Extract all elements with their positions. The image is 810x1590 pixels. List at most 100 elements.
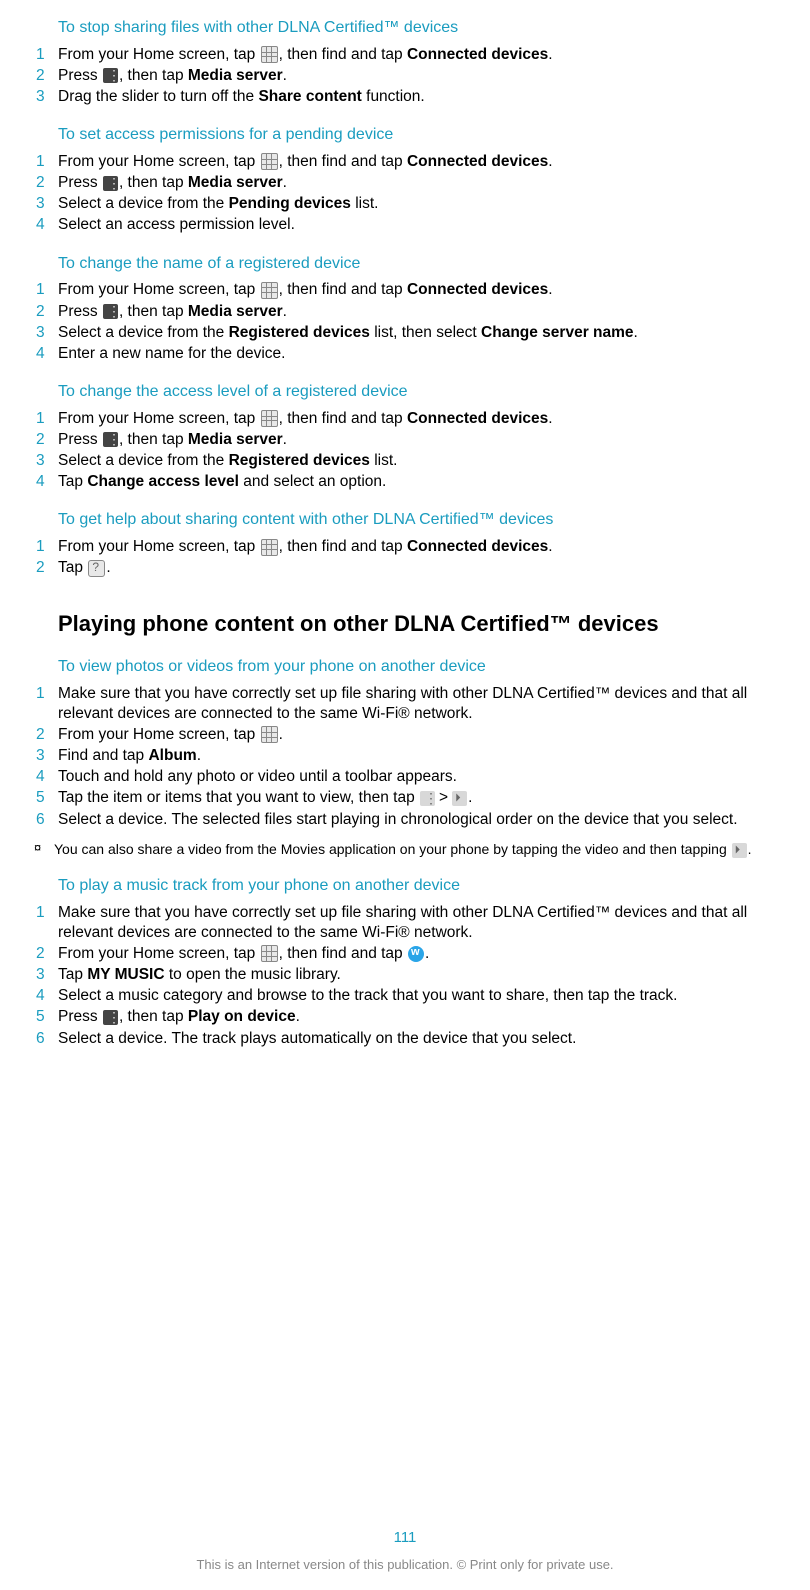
procedure-step: 6Select a device. The selected files sta… xyxy=(20,810,790,830)
procedure-step: 3Find and tap Album. xyxy=(20,746,790,766)
step-text: Select a device from the Registered devi… xyxy=(58,451,790,471)
procedure-step: 4Tap Change access level and select an o… xyxy=(20,472,790,492)
step-number: 6 xyxy=(36,810,58,830)
menu-icon xyxy=(103,68,118,83)
step-text: From your Home screen, tap . xyxy=(58,725,790,745)
procedure-step: 3Tap MY MUSIC to open the music library. xyxy=(20,965,790,985)
grid-icon xyxy=(261,282,278,299)
tip-text: You can also share a video from the Movi… xyxy=(54,840,790,858)
step-text: Press , then tap Media server. xyxy=(58,66,790,86)
step-number: 4 xyxy=(36,986,58,1006)
throw-icon xyxy=(452,791,467,806)
step-number: 4 xyxy=(36,215,58,235)
grid-icon xyxy=(261,539,278,556)
tip: ¤You can also share a video from the Mov… xyxy=(34,840,790,858)
procedure-title: To play a music track from your phone on… xyxy=(58,876,790,897)
procedure-step: 4Select a music category and browse to t… xyxy=(20,986,790,1006)
step-number: 2 xyxy=(36,725,58,745)
step-text: Press , then tap Media server. xyxy=(58,430,790,450)
step-number: 3 xyxy=(36,746,58,766)
procedure-step: 6Select a device. The track plays automa… xyxy=(20,1029,790,1049)
menu-icon xyxy=(103,432,118,447)
step-text: From your Home screen, tap , then find a… xyxy=(58,537,790,557)
disclaimer: This is an Internet version of this publ… xyxy=(0,1557,810,1574)
step-number: 5 xyxy=(36,788,58,808)
procedure-step: 1From your Home screen, tap , then find … xyxy=(20,45,790,65)
procedure-step: 1Make sure that you have correctly set u… xyxy=(20,903,790,943)
step-number: 2 xyxy=(36,558,58,578)
procedure-title: To change the name of a registered devic… xyxy=(58,254,790,275)
procedure-step: 5Press , then tap Play on device. xyxy=(20,1007,790,1027)
step-number: 5 xyxy=(36,1007,58,1027)
procedure-step: 2Press , then tap Media server. xyxy=(20,66,790,86)
procedure-step: 1From your Home screen, tap , then find … xyxy=(20,152,790,172)
step-text: Tap the item or items that you want to v… xyxy=(58,788,790,808)
step-number: 6 xyxy=(36,1029,58,1049)
step-text: Tap Change access level and select an op… xyxy=(58,472,790,492)
step-text: From your Home screen, tap , then find a… xyxy=(58,280,790,300)
step-number: 1 xyxy=(36,684,58,724)
step-text: From your Home screen, tap , then find a… xyxy=(58,944,790,964)
procedure-step: 2Tap . xyxy=(20,558,790,578)
step-text: Select a device. The selected files star… xyxy=(58,810,790,830)
step-number: 2 xyxy=(36,302,58,322)
step-number: 2 xyxy=(36,173,58,193)
step-number: 2 xyxy=(36,66,58,86)
throw-icon xyxy=(732,843,747,858)
step-number: 1 xyxy=(36,903,58,943)
menu-icon xyxy=(103,176,118,191)
procedure-title: To change the access level of a register… xyxy=(58,382,790,403)
step-text: Select a device from the Pending devices… xyxy=(58,194,790,214)
grid-icon xyxy=(261,726,278,743)
procedure-step: 4Select an access permission level. xyxy=(20,215,790,235)
procedure-step: 3Select a device from the Registered dev… xyxy=(20,323,790,343)
procedure-step: 3Select a device from the Pending device… xyxy=(20,194,790,214)
document-content: To stop sharing files with other DLNA Ce… xyxy=(0,18,810,1049)
tip-bulb-icon: ¤ xyxy=(34,840,54,858)
step-text: From your Home screen, tap , then find a… xyxy=(58,45,790,65)
step-text: Tap . xyxy=(58,558,790,578)
procedure-step: 4Touch and hold any photo or video until… xyxy=(20,767,790,787)
procedure-step: 3Select a device from the Registered dev… xyxy=(20,451,790,471)
procedure-step: 2From your Home screen, tap , then find … xyxy=(20,944,790,964)
step-number: 1 xyxy=(36,409,58,429)
step-text: Press , then tap Play on device. xyxy=(58,1007,790,1027)
main-heading: Playing phone content on other DLNA Cert… xyxy=(58,610,790,639)
step-number: 4 xyxy=(36,472,58,492)
step-number: 3 xyxy=(36,87,58,107)
step-number: 3 xyxy=(36,323,58,343)
procedure-step: 4Enter a new name for the device. xyxy=(20,344,790,364)
procedure-step: 2Press , then tap Media server. xyxy=(20,173,790,193)
step-text: Select an access permission level. xyxy=(58,215,790,235)
grid-icon xyxy=(261,153,278,170)
procedure-step: 1From your Home screen, tap , then find … xyxy=(20,537,790,557)
procedure-title: To view photos or videos from your phone… xyxy=(58,657,790,678)
procedure-step: 3Drag the slider to turn off the Share c… xyxy=(20,87,790,107)
procedure-step: 2From your Home screen, tap . xyxy=(20,725,790,745)
step-text: Tap MY MUSIC to open the music library. xyxy=(58,965,790,985)
page-footer: 111 This is an Internet version of this … xyxy=(0,1528,810,1574)
procedure-title: To stop sharing files with other DLNA Ce… xyxy=(58,18,790,39)
step-number: 3 xyxy=(36,965,58,985)
step-number: 4 xyxy=(36,344,58,364)
step-number: 1 xyxy=(36,537,58,557)
step-number: 2 xyxy=(36,944,58,964)
procedure-title: To get help about sharing content with o… xyxy=(58,510,790,531)
grid-icon xyxy=(261,945,278,962)
procedure-step: 2Press , then tap Media server. xyxy=(20,302,790,322)
step-number: 4 xyxy=(36,767,58,787)
step-text: Find and tap Album. xyxy=(58,746,790,766)
step-text: Press , then tap Media server. xyxy=(58,173,790,193)
step-text: Select a music category and browse to th… xyxy=(58,986,790,1006)
walkman-icon xyxy=(408,946,424,962)
step-text: Enter a new name for the device. xyxy=(58,344,790,364)
step-number: 1 xyxy=(36,45,58,65)
procedure-step: 1From your Home screen, tap , then find … xyxy=(20,280,790,300)
procedure-title: To set access permissions for a pending … xyxy=(58,125,790,146)
help-icon xyxy=(88,560,105,577)
step-number: 3 xyxy=(36,451,58,471)
step-number: 3 xyxy=(36,194,58,214)
page-number: 111 xyxy=(0,1528,810,1548)
menu-icon xyxy=(103,1010,118,1025)
procedure-step: 2Press , then tap Media server. xyxy=(20,430,790,450)
